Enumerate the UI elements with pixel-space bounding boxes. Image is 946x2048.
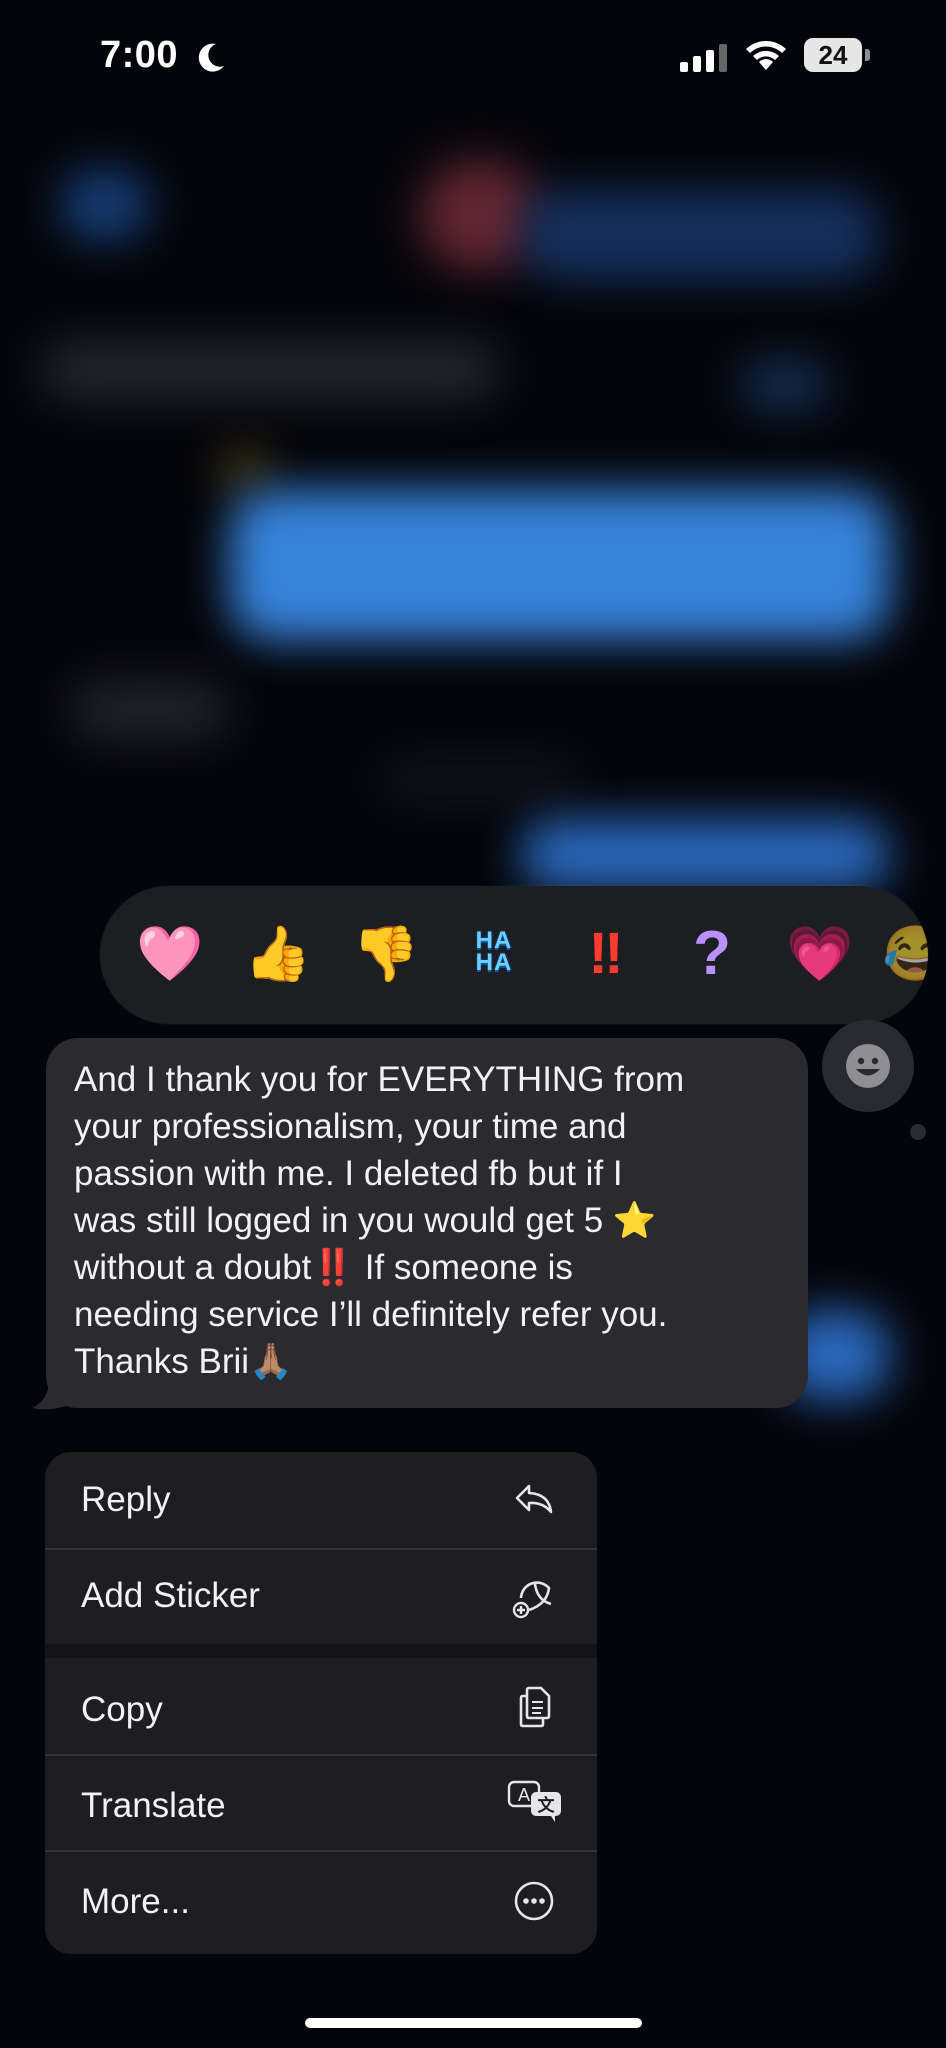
reaction-thumbs-down-button[interactable]: 👎 bbox=[348, 916, 424, 992]
menu-item-label: Reply bbox=[81, 1480, 171, 1519]
reaction-question-button[interactable]: ? bbox=[674, 916, 750, 992]
signal-icon bbox=[680, 44, 727, 72]
reaction-haha-button[interactable]: HA HA bbox=[456, 916, 532, 992]
status-bar: 7:00 24 bbox=[0, 0, 946, 110]
add-sticker-icon bbox=[512, 1581, 552, 1619]
status-time: 7:00 bbox=[100, 34, 179, 76]
blurred-element bbox=[70, 680, 230, 740]
menu-item-translate[interactable]: Translate A 文 bbox=[45, 1756, 597, 1850]
blurred-bubble bbox=[230, 490, 890, 640]
battery-tip bbox=[865, 49, 870, 61]
svg-text:A: A bbox=[518, 1785, 530, 1805]
svg-text:文: 文 bbox=[538, 1795, 556, 1815]
reaction-exclamation-button[interactable]: ‼ bbox=[564, 916, 640, 992]
menu-item-copy[interactable]: Copy bbox=[45, 1658, 597, 1754]
reaction-heart-magenta-button[interactable]: 💗 bbox=[782, 916, 858, 992]
menu-group-separator bbox=[45, 1644, 597, 1658]
blurred-element bbox=[40, 340, 500, 400]
moon-icon bbox=[198, 43, 224, 72]
blurred-element bbox=[740, 360, 830, 410]
bubble-tail bbox=[32, 1374, 72, 1410]
menu-item-more[interactable]: More... bbox=[45, 1852, 597, 1954]
home-indicator[interactable] bbox=[305, 2018, 642, 2028]
context-menu: Reply Add Sticker Copy Translate A 文 Mor… bbox=[45, 1452, 597, 1954]
blurred-element bbox=[380, 760, 580, 800]
blurred-element bbox=[60, 170, 150, 240]
reaction-bar: 🩷 👍 👎 HA HA ‼ ? 💗 😂 bbox=[100, 886, 928, 1024]
reaction-thumbs-up-button[interactable]: 👍 bbox=[240, 916, 316, 992]
translate-icon: A 文 bbox=[507, 1780, 561, 1822]
message-text: And I thank you for EVERYTHING from your… bbox=[74, 1060, 685, 1381]
menu-item-reply[interactable]: Reply bbox=[45, 1452, 597, 1548]
reply-icon bbox=[515, 1484, 553, 1514]
smiley-icon[interactable] bbox=[844, 1042, 892, 1090]
wifi-icon bbox=[746, 41, 786, 70]
menu-item-label: Copy bbox=[81, 1690, 163, 1729]
battery-level: 24 bbox=[804, 38, 862, 72]
battery-icon: 24 bbox=[804, 38, 870, 72]
blurred-element bbox=[220, 450, 270, 490]
menu-item-label: More... bbox=[81, 1882, 190, 1921]
reaction-bar-tail bbox=[910, 1124, 926, 1140]
copy-icon bbox=[519, 1686, 551, 1728]
blurred-bubble bbox=[520, 190, 880, 280]
menu-item-add-sticker[interactable]: Add Sticker bbox=[45, 1550, 597, 1644]
menu-item-label: Translate bbox=[81, 1786, 226, 1825]
reaction-heart-button[interactable]: 🩷 bbox=[132, 916, 208, 992]
reaction-more-emoji-button[interactable]: 😂 bbox=[878, 916, 928, 992]
menu-item-label: Add Sticker bbox=[81, 1576, 260, 1615]
more-icon bbox=[514, 1881, 554, 1921]
blurred-bubble bbox=[520, 820, 890, 890]
